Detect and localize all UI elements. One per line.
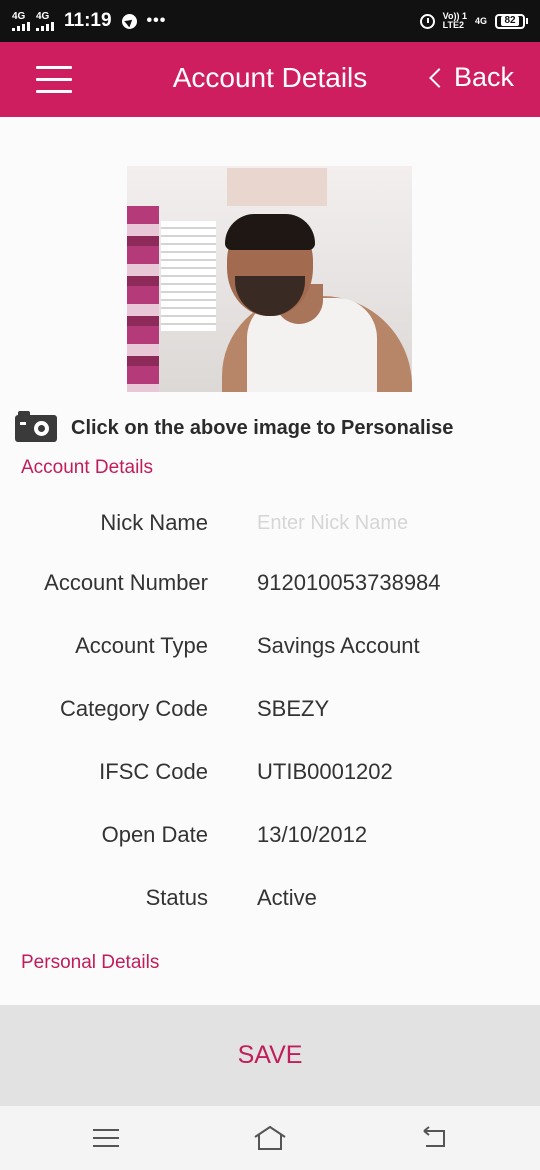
open-date-value: 13/10/2012 [257,822,368,847]
menu-icon[interactable] [93,1129,119,1153]
home-icon[interactable] [253,1124,287,1152]
personalise-link[interactable]: Click on the above image to Personalise [15,411,454,442]
field-row-nick-name: Nick Name [0,506,540,550]
status-bar: 4G 4G 11:19 ••• Vo)) 1 LTE2 4G 82 [0,0,540,42]
content-area: Click on the above image to Personalise … [0,117,540,1005]
more-notifications-icon: ••• [146,12,167,29]
field-label: Account Type [75,633,208,658]
alarm-icon [419,13,435,29]
app-bar: Account Details Back [0,42,540,117]
field-row-category-code: Category Code SBEZY [0,696,540,736]
battery-level: 82 [501,16,519,26]
volte-indicator: Vo)) 1 LTE2 [442,11,467,30]
network-type-right: 4G [474,15,487,26]
field-row-open-date: Open Date 13/10/2012 [0,822,540,862]
field-label: Open Date [101,822,208,847]
profile-photo[interactable] [127,166,412,392]
save-label: SAVE [237,1041,303,1069]
nick-name-input[interactable] [257,506,507,540]
chevron-left-icon [429,67,449,88]
account-number-value: 912010053738984 [257,570,441,595]
section-title-account-details: Account Details [21,457,154,478]
save-button[interactable]: SAVE [0,1005,540,1106]
field-row-account-number: Account Number 912010053738984 [0,570,540,610]
signal-icon: 4G [12,10,30,31]
field-label: Account Number [44,570,208,595]
field-label: Category Code [60,696,208,721]
section-title-personal-details[interactable]: Personal Details [21,952,159,974]
back-label: Back [453,62,514,92]
clock: 11:19 [64,10,112,31]
field-row-account-type: Account Type Savings Account [0,633,540,673]
battery-icon: 82 [495,13,528,29]
status-left: 4G 4G 11:19 ••• [12,10,166,32]
network-type: 4G [12,10,26,22]
personalise-text: Click on the above image to Personalise [71,417,454,439]
back-icon[interactable] [420,1126,448,1150]
signal-icon-2: 4G [36,10,54,31]
field-label: Status [145,885,208,910]
navigation-icon [121,13,137,29]
account-type-value: Savings Account [257,633,420,658]
category-code-value: SBEZY [257,696,330,721]
network-type-2: 4G [36,10,50,22]
field-label: Nick Name [100,510,208,535]
status-right: Vo)) 1 LTE2 4G 82 [419,11,528,30]
camera-icon [15,411,57,442]
status-value: Active [257,885,317,910]
field-row-ifsc-code: IFSC Code UTIB0001202 [0,759,540,799]
back-button[interactable]: Back [426,62,514,93]
field-label: IFSC Code [99,759,208,784]
system-nav-bar [0,1106,540,1170]
ifsc-code-value: UTIB0001202 [257,759,393,784]
field-row-status: Status Active [0,885,540,925]
